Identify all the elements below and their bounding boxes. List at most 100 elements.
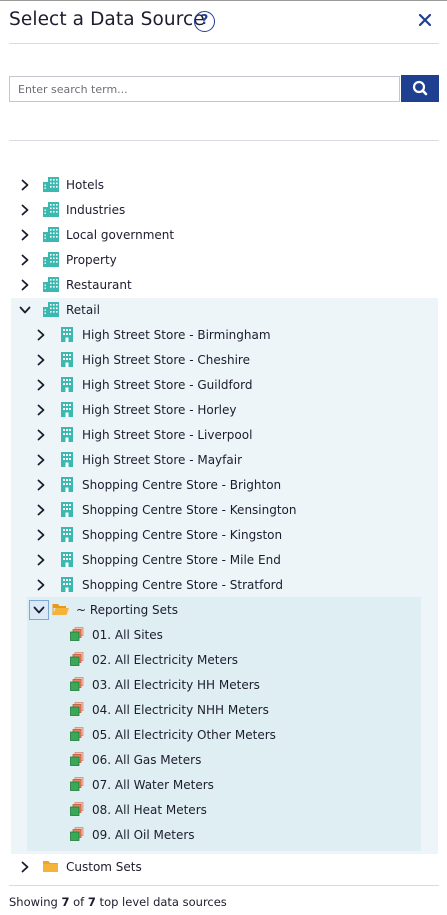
tree-item-reporting-set[interactable]: 09. All Oil Meters: [68, 822, 195, 847]
data-source-tree: Hotels Industries Local government Property…: [0, 0, 447, 880]
building-icon: [58, 476, 76, 493]
building-group-icon: [42, 276, 60, 293]
tree-item-label: Shopping Centre Store - Brighton: [82, 477, 282, 492]
tree-item-reporting-set[interactable]: 01. All Sites: [68, 622, 163, 647]
expand-chevron-icon[interactable]: [34, 453, 48, 467]
footer-suffix: top level data sources: [95, 895, 227, 909]
tree-item-label: Custom Sets: [66, 859, 142, 874]
footer-total-count: 7: [87, 895, 96, 909]
building-group-icon: [42, 251, 60, 268]
tree-item-reporting-set[interactable]: 07. All Water Meters: [68, 772, 214, 797]
tree-item-label: Property: [66, 252, 117, 267]
expand-chevron-icon[interactable]: [18, 178, 32, 192]
tree-item-store[interactable]: High Street Store - Cheshire: [34, 347, 250, 372]
tree-item-label: 06. All Gas Meters: [92, 752, 202, 767]
tree-item-property[interactable]: Property: [18, 247, 117, 272]
tree-item-label: 07. All Water Meters: [92, 777, 214, 792]
tree-item-label: Shopping Centre Store - Kensington: [82, 502, 297, 517]
building-icon: [58, 501, 76, 518]
tree-item-store[interactable]: High Street Store - Mayfair: [34, 447, 242, 472]
tree-item-label: 03. All Electricity HH Meters: [92, 677, 260, 692]
building-icon: [58, 451, 76, 468]
building-icon: [58, 526, 76, 543]
tree-item-retail[interactable]: Retail: [18, 297, 100, 322]
expand-chevron-icon[interactable]: [34, 503, 48, 517]
tree-item-reporting-set[interactable]: 06. All Gas Meters: [68, 747, 201, 772]
expand-chevron-icon[interactable]: [34, 428, 48, 442]
tree-item-store[interactable]: Shopping Centre Store - Stratford: [34, 572, 283, 597]
tree-item-label: Hotels: [66, 177, 105, 192]
tree-item-store[interactable]: High Street Store - Liverpool: [34, 422, 252, 447]
collapse-chevron-icon[interactable]: [18, 303, 32, 317]
tree-item-store[interactable]: High Street Store - Birmingham: [34, 322, 271, 347]
building-icon: [58, 426, 76, 443]
tree-item-store[interactable]: High Street Store - Horley: [34, 397, 236, 422]
tree-item-hotels[interactable]: Hotels: [18, 172, 104, 197]
reporting-set-icon: [68, 651, 86, 668]
tree-item-label: High Street Store - Horley: [82, 402, 237, 417]
folder-open-icon: [52, 601, 70, 618]
building-icon: [58, 401, 76, 418]
tree-item-restaurant[interactable]: Restaurant: [18, 272, 132, 297]
tree-item-store[interactable]: Shopping Centre Store - Kensington: [34, 497, 297, 522]
reporting-set-icon: [68, 726, 86, 743]
tree-item-reporting-sets[interactable]: ~ Reporting Sets: [29, 597, 178, 622]
tree-item-custom-sets[interactable]: Custom Sets: [18, 854, 142, 879]
reporting-set-icon: [68, 801, 86, 818]
tree-item-label: ~ Reporting Sets: [76, 602, 178, 617]
tree-item-label: 08. All Heat Meters: [92, 802, 207, 817]
footer-status: Showing 7 of 7 top level data sources: [9, 895, 227, 909]
building-group-icon: [42, 226, 60, 243]
tree-item-industries[interactable]: Industries: [18, 197, 125, 222]
reporting-set-icon: [68, 826, 86, 843]
expand-chevron-icon[interactable]: [18, 278, 32, 292]
tree-item-store[interactable]: Shopping Centre Store - Kingston: [34, 522, 282, 547]
expand-chevron-icon[interactable]: [34, 403, 48, 417]
tree-item-label: Shopping Centre Store - Stratford: [82, 577, 284, 592]
expand-chevron-icon[interactable]: [34, 528, 48, 542]
expand-chevron-icon[interactable]: [34, 378, 48, 392]
tree-item-reporting-set[interactable]: 08. All Heat Meters: [68, 797, 207, 822]
tree-item-reporting-set[interactable]: 05. All Electricity Other Meters: [68, 722, 276, 747]
reporting-set-icon: [68, 776, 86, 793]
tree-item-label: High Street Store - Liverpool: [82, 427, 253, 442]
tree-item-store[interactable]: Shopping Centre Store - Mile End: [34, 547, 281, 572]
expand-chevron-icon[interactable]: [34, 328, 48, 342]
expand-chevron-icon[interactable]: [34, 478, 48, 492]
tree-item-label: High Street Store - Birmingham: [82, 327, 271, 342]
footer-divider: [9, 885, 439, 886]
tree-item-label: 09. All Oil Meters: [92, 827, 195, 842]
expand-chevron-icon[interactable]: [18, 253, 32, 267]
building-group-icon: [42, 201, 60, 218]
building-group-icon: [42, 176, 60, 193]
collapse-chevron-icon[interactable]: [29, 599, 49, 620]
building-icon: [58, 551, 76, 568]
building-icon: [58, 351, 76, 368]
building-icon: [58, 376, 76, 393]
tree-item-label: Restaurant: [66, 277, 132, 292]
tree-item-label: 01. All Sites: [92, 627, 163, 642]
tree-item-local-government[interactable]: Local government: [18, 222, 174, 247]
building-icon: [58, 576, 76, 593]
tree-item-label: High Street Store - Cheshire: [82, 352, 250, 367]
expand-chevron-icon[interactable]: [34, 553, 48, 567]
expand-chevron-icon[interactable]: [34, 578, 48, 592]
tree-item-label: 02. All Electricity Meters: [92, 652, 239, 667]
tree-item-store[interactable]: Shopping Centre Store - Brighton: [34, 472, 281, 497]
footer-of: of: [69, 895, 88, 909]
expand-chevron-icon[interactable]: [18, 203, 32, 217]
tree-item-reporting-set[interactable]: 04. All Electricity NHH Meters: [68, 697, 269, 722]
expand-chevron-icon[interactable]: [18, 228, 32, 242]
tree-item-store[interactable]: High Street Store - Guildford: [34, 372, 252, 397]
tree-item-reporting-set[interactable]: 02. All Electricity Meters: [68, 647, 238, 672]
expand-chevron-icon[interactable]: [34, 353, 48, 367]
tree-item-label: Industries: [66, 202, 126, 217]
tree-item-label: 05. All Electricity Other Meters: [92, 727, 276, 742]
expand-chevron-icon[interactable]: [18, 860, 32, 874]
reporting-set-icon: [68, 626, 86, 643]
tree-item-label: 04. All Electricity NHH Meters: [92, 702, 269, 717]
tree-item-label: Shopping Centre Store - Mile End: [82, 552, 281, 567]
footer-prefix: Showing: [9, 895, 62, 909]
tree-item-reporting-set[interactable]: 03. All Electricity HH Meters: [68, 672, 260, 697]
tree-item-label: High Street Store - Guildford: [82, 377, 253, 392]
